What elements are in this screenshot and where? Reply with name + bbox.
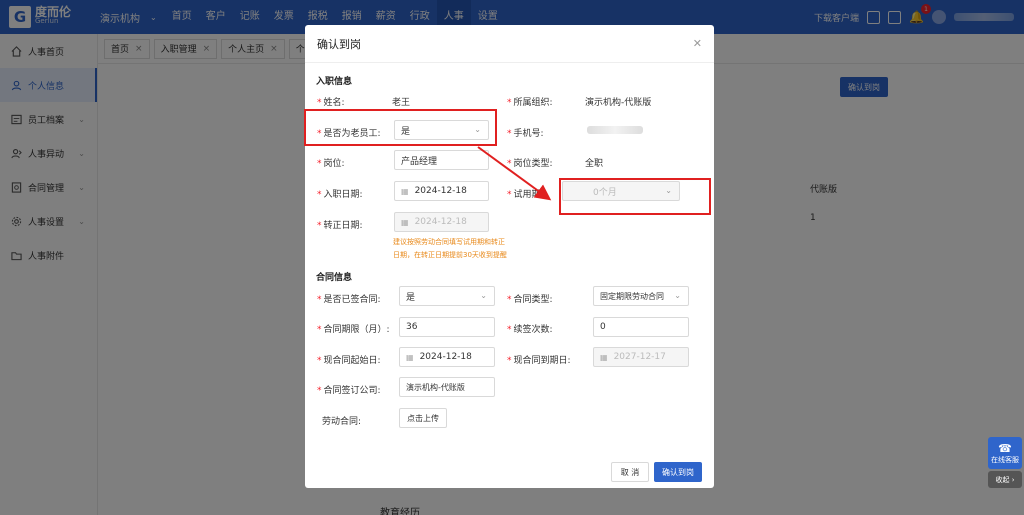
annotation-arrow-icon xyxy=(477,146,552,201)
online-support-label: 在线客服 xyxy=(991,455,1019,464)
collapse-button[interactable]: 收起 › xyxy=(988,471,1022,488)
headset-icon: ☎ xyxy=(998,441,1012,455)
online-support-button[interactable]: ☎ 在线客服 xyxy=(988,437,1022,469)
chevron-right-icon: › xyxy=(1009,475,1015,484)
